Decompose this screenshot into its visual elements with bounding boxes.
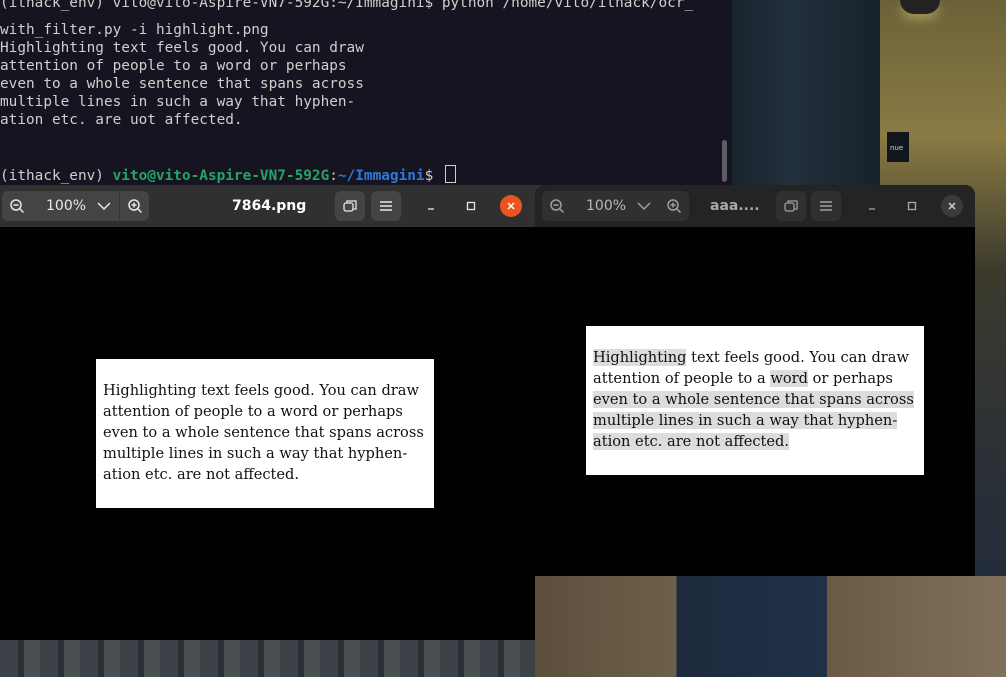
zoom-level[interactable]: 100% [46, 191, 86, 221]
image-text-line: Highlighting text feels good. You can dr… [593, 347, 914, 368]
hamburger-menu-icon [820, 201, 832, 211]
zoom-level[interactable]: 100% [586, 191, 626, 221]
chevron-down-icon [637, 202, 651, 211]
zoom-in-button[interactable] [119, 191, 150, 221]
close-button[interactable] [941, 195, 963, 217]
zoom-dropdown-button[interactable] [92, 191, 116, 221]
close-icon [507, 202, 515, 210]
text-span: or perhaps [807, 370, 893, 387]
image-text-line: attention of people to a word or perhaps [593, 368, 914, 389]
copy-button[interactable] [335, 191, 365, 221]
viewer-headerbar[interactable]: 100% 7864.png [0, 185, 535, 227]
image-text-line: Highlighting text feels good. You can dr… [103, 382, 419, 399]
viewer-headerbar[interactable]: 100% aaa.... [535, 185, 975, 227]
image-text-line: even to a whole sentence that spans acro… [103, 424, 424, 441]
prompt-user: vito@vito-Aspire-VN7-592G [112, 168, 330, 184]
displayed-image: Highlighting text feels good. You can dr… [96, 359, 434, 508]
highlighted-span: ation etc. are not affected. [593, 433, 790, 450]
prompt-sep: : [329, 168, 338, 184]
minimize-icon [428, 208, 434, 210]
terminal-output-line-4: multiple lines in such a way that hyphen… [0, 94, 356, 110]
zoom-dropdown-button[interactable] [632, 191, 656, 221]
zoom-in-button[interactable] [659, 191, 689, 221]
chevron-down-icon [97, 202, 111, 211]
main-menu-button[interactable] [371, 191, 401, 221]
terminal-cursor [444, 165, 456, 183]
wallpaper-floor [535, 576, 1006, 677]
zoom-out-icon [10, 199, 25, 214]
copy-button[interactable] [776, 191, 806, 221]
terminal-scrollbar[interactable] [722, 140, 727, 182]
prompt-end: $ [424, 168, 442, 184]
image-text: Highlighting text feels good. You can dr… [593, 347, 914, 452]
maximize-button[interactable] [901, 195, 923, 217]
terminal-command-continuation: with_filter.py -i highlight.png [0, 22, 269, 38]
text-span: attention of people to a [593, 370, 771, 387]
main-menu-button[interactable] [811, 191, 841, 221]
close-button[interactable] [500, 195, 522, 217]
image-text: Highlighting text feels good. You can dr… [103, 380, 424, 485]
zoom-in-icon [128, 199, 143, 214]
highlighted-word: Highlighting [593, 349, 687, 366]
image-text-line: ation etc. are not affected. [103, 466, 300, 483]
displayed-image: Highlighting text feels good. You can dr… [586, 326, 924, 475]
zoom-out-button[interactable] [2, 191, 32, 221]
terminal-prompt[interactable]: (ithack_env) vito@vito-Aspire-VN7-592G:~… [0, 165, 456, 185]
window-title: 7864.png [232, 198, 307, 214]
copy-icon [343, 200, 357, 212]
minimize-button[interactable] [420, 195, 442, 217]
prompt-env: (ithack_env) [0, 168, 113, 184]
terminal-output-line-5: ation etc. are uot affected. [0, 112, 243, 128]
zoom-out-icon [550, 199, 565, 214]
zoom-in-icon [667, 199, 682, 214]
image-text-line: even to a whole sentence that spans acro… [593, 389, 914, 410]
terminal-output-line-3: even to a whole sentence that spans acro… [0, 76, 364, 92]
minimize-icon [869, 208, 875, 210]
maximize-icon [907, 201, 917, 211]
image-viewer-window-inactive[interactable]: 100% aaa.... Highlighting text feels goo… [535, 185, 975, 576]
highlighted-span: multiple lines in such a way that hyphen… [593, 412, 898, 429]
terminal-output-line-1: Highlighting text feels good. You can dr… [0, 40, 364, 56]
close-icon [948, 202, 956, 210]
highlighted-word: word [770, 370, 808, 387]
image-text-line: multiple lines in such a way that hyphen… [593, 410, 914, 431]
terminal-output-line-2: attention of people to a word or perhaps [0, 58, 347, 74]
image-text-line: multiple lines in such a way that hyphen… [103, 445, 408, 462]
image-viewer-window-active[interactable]: 100% 7864.png Highlighting text feels go… [0, 185, 535, 640]
text-span: text feels good. You can draw [686, 349, 909, 366]
copy-icon [784, 200, 798, 212]
zoom-control[interactable]: 100% [542, 191, 689, 221]
maximize-icon [466, 201, 476, 211]
terminal-window[interactable]: (ithack_env) vito@vito-Aspire-VN7-592G:~… [0, 0, 732, 185]
window-title: aaa.... [710, 198, 760, 214]
minimize-button[interactable] [861, 195, 883, 217]
hamburger-menu-icon [380, 201, 392, 211]
terminal-command-line: (ithack_env) vito@vito-Aspire-VN7-592G:~… [0, 0, 694, 11]
maximize-button[interactable] [460, 195, 482, 217]
wallpaper-sign: nue [887, 132, 909, 162]
image-text-line: attention of people to a word or perhaps [103, 403, 403, 420]
zoom-out-button[interactable] [542, 191, 572, 221]
highlighted-span: even to a whole sentence that spans acro… [593, 391, 914, 408]
wallpaper-floor-left [0, 640, 535, 677]
zoom-control[interactable]: 100% [2, 191, 149, 221]
prompt-path: ~/Immagini [337, 168, 425, 184]
image-text-line: ation etc. are not affected. [593, 431, 914, 452]
